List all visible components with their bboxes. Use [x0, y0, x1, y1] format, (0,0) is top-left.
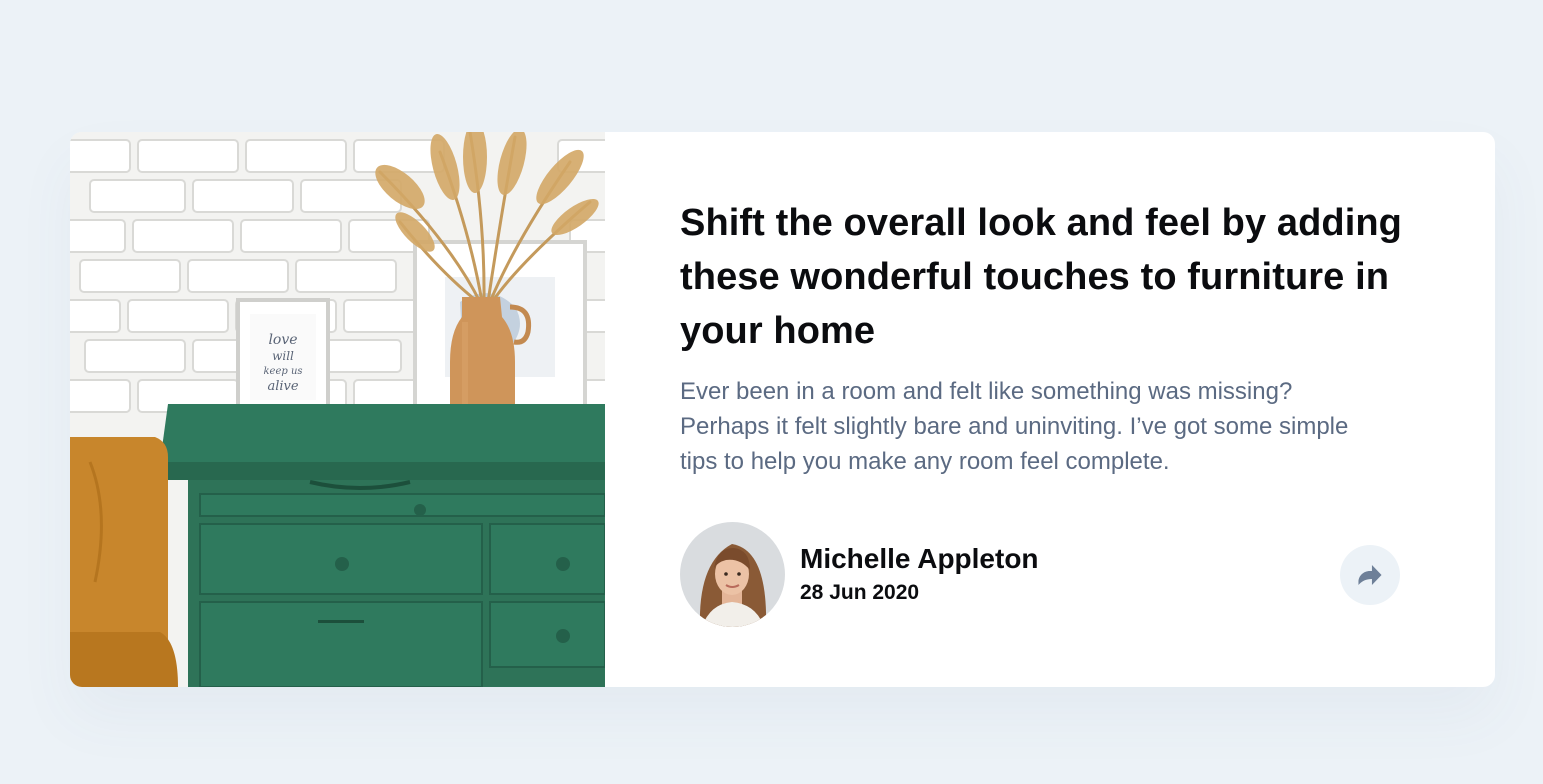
- article-excerpt: Ever been in a room and felt like someth…: [680, 378, 1349, 475]
- svg-text:love: love: [268, 332, 297, 348]
- article-title[interactable]: Shift the overall look and feel by addin…: [680, 196, 1430, 358]
- author-name: Michelle Appleton: [800, 542, 1039, 574]
- share-button[interactable]: [1340, 545, 1400, 605]
- author-text: Michelle Appleton 28 Jun 2020: [800, 542, 1039, 608]
- avatar-photo: [680, 522, 785, 627]
- svg-text:alive: alive: [267, 379, 298, 394]
- svg-text:will: will: [272, 349, 294, 363]
- article-card: love will keep us alive Shift the overal…: [70, 132, 1495, 687]
- article-content: Shift the overall look and feel by addin…: [605, 132, 1495, 687]
- author-info: Michelle Appleton 28 Jun 2020: [680, 522, 1039, 627]
- avatar: [680, 522, 785, 627]
- svg-text:keep us: keep us: [263, 366, 302, 377]
- drawers-photo: love will keep us alive: [70, 132, 605, 687]
- article-image: love will keep us alive: [70, 132, 605, 687]
- share-icon: [1358, 565, 1382, 585]
- publish-date: 28 Jun 2020: [800, 580, 920, 604]
